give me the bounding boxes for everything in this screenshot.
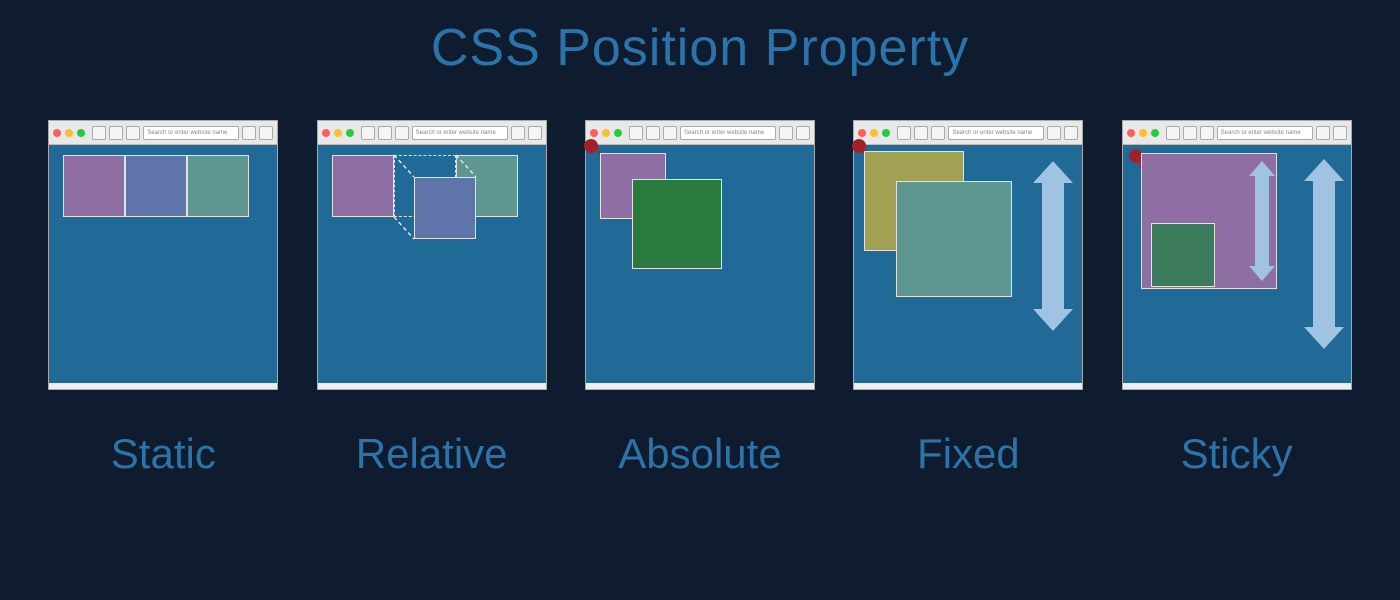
nav-forward-icon: [1183, 126, 1197, 140]
label-fixed: Fixed: [917, 430, 1020, 478]
window-relative: Search or enter website name: [317, 120, 547, 390]
window-fixed: Search or enter website name: [853, 120, 1083, 390]
minimize-dot-icon: [65, 129, 73, 137]
traffic-lights: [590, 129, 622, 137]
minimize-dot-icon: [870, 129, 878, 137]
viewport-static: [49, 145, 277, 383]
box-blue: [125, 155, 187, 217]
label-sticky: Sticky: [1181, 430, 1293, 478]
nav-reload-icon: [931, 126, 945, 140]
box-sticky-green: [1151, 223, 1215, 287]
traffic-lights: [322, 129, 354, 137]
viewport-absolute: [586, 145, 814, 383]
browser-chrome: Search or enter website name: [1123, 121, 1351, 145]
panel-absolute: Search or enter website name Absolute: [585, 120, 815, 478]
viewport-relative: [318, 145, 546, 383]
panel-static: Search or enter website name Static: [48, 120, 278, 478]
outer-scroll-arrow-icon: [1313, 179, 1335, 329]
share-icon: [511, 126, 525, 140]
tabs-icon: [528, 126, 542, 140]
browser-chrome: Search or enter website name: [854, 121, 1082, 145]
zoom-dot-icon: [614, 129, 622, 137]
address-bar: Search or enter website name: [948, 126, 1044, 140]
nav-reload-icon: [1200, 126, 1214, 140]
nav-forward-icon: [646, 126, 660, 140]
nav-back-icon: [897, 126, 911, 140]
browser-chrome: Search or enter website name: [49, 121, 277, 145]
browser-chrome: Search or enter website name: [586, 121, 814, 145]
window-sticky: Search or enter website name: [1122, 120, 1352, 390]
traffic-lights: [1127, 129, 1159, 137]
box-blue-shifted: [414, 177, 476, 239]
scroll-arrow-icon: [1042, 181, 1064, 311]
nav-back-icon: [629, 126, 643, 140]
share-icon: [1316, 126, 1330, 140]
panels-row: Search or enter website name Static: [0, 120, 1400, 478]
close-dot-icon: [53, 129, 61, 137]
window-footer: [318, 383, 546, 389]
window-footer: [1123, 383, 1351, 389]
browser-chrome: Search or enter website name: [318, 121, 546, 145]
close-dot-icon: [322, 129, 330, 137]
box-teal: [187, 155, 249, 217]
label-relative: Relative: [356, 430, 508, 478]
nav-forward-icon: [109, 126, 123, 140]
nav-back-icon: [92, 126, 106, 140]
window-static: Search or enter website name: [48, 120, 278, 390]
close-dot-icon: [1127, 129, 1135, 137]
window-footer: [854, 383, 1082, 389]
share-icon: [1047, 126, 1061, 140]
viewport-fixed: [854, 145, 1082, 383]
minimize-dot-icon: [334, 129, 342, 137]
traffic-lights: [858, 129, 890, 137]
nav-reload-icon: [663, 126, 677, 140]
minimize-dot-icon: [602, 129, 610, 137]
close-dot-icon: [590, 129, 598, 137]
box-teal: [896, 181, 1012, 297]
address-bar: Search or enter website name: [680, 126, 776, 140]
box-purple: [63, 155, 125, 217]
nav-reload-icon: [126, 126, 140, 140]
zoom-dot-icon: [1151, 129, 1159, 137]
static-box-row: [63, 155, 249, 217]
panel-relative: Search or enter website name Relative: [317, 120, 547, 478]
viewport-sticky: [1123, 145, 1351, 383]
close-dot-icon: [858, 129, 866, 137]
nav-back-icon: [1166, 126, 1180, 140]
box-purple: [332, 155, 394, 217]
share-icon: [242, 126, 256, 140]
nav-forward-icon: [914, 126, 928, 140]
tabs-icon: [1064, 126, 1078, 140]
address-bar: Search or enter website name: [143, 126, 239, 140]
zoom-dot-icon: [77, 129, 85, 137]
share-icon: [779, 126, 793, 140]
tabs-icon: [259, 126, 273, 140]
tabs-icon: [1333, 126, 1347, 140]
diagram-title: CSS Position Property: [0, 0, 1400, 78]
window-footer: [586, 383, 814, 389]
window-footer: [49, 383, 277, 389]
label-static: Static: [111, 430, 216, 478]
panel-sticky: Search or enter website name Sticky: [1122, 120, 1352, 478]
window-absolute: Search or enter website name: [585, 120, 815, 390]
inner-scroll-arrow-icon: [1255, 175, 1269, 267]
nav-forward-icon: [378, 126, 392, 140]
tabs-icon: [796, 126, 810, 140]
traffic-lights: [53, 129, 85, 137]
panel-fixed: Search or enter website name Fixed: [853, 120, 1083, 478]
minimize-dot-icon: [1139, 129, 1147, 137]
label-absolute: Absolute: [618, 430, 781, 478]
address-bar: Search or enter website name: [412, 126, 508, 140]
box-green: [632, 179, 722, 269]
zoom-dot-icon: [882, 129, 890, 137]
address-bar: Search or enter website name: [1217, 126, 1313, 140]
zoom-dot-icon: [346, 129, 354, 137]
nav-reload-icon: [395, 126, 409, 140]
nav-back-icon: [361, 126, 375, 140]
